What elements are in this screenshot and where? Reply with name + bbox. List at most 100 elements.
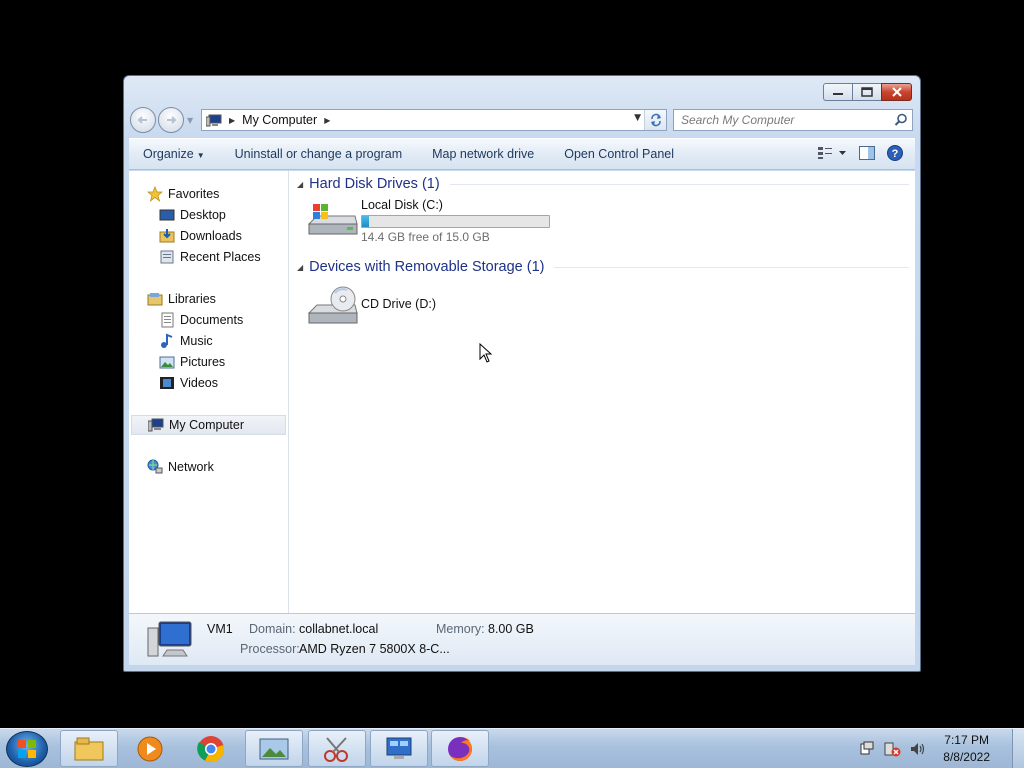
windows-logo-icon [18,740,36,758]
action-center-icon[interactable] [859,741,875,757]
drive-local-disk-c[interactable]: Local Disk (C:) 14.4 GB free of 15.0 GB [307,198,550,244]
preview-pane-button[interactable] [859,146,875,163]
content-area: Favorites Desktop Downloads Recent Place… [129,171,915,613]
map-network-drive-button[interactable]: Map network drive [432,147,534,161]
nav-videos[interactable]: Videos [159,373,218,393]
taskbar-remote-desktop[interactable] [370,730,428,767]
downloads-folder-icon [159,229,175,243]
remote-desktop-icon [386,737,412,759]
uninstall-program-button[interactable]: Uninstall or change a program [235,147,402,161]
explorer-window: ▼ ▶ My Computer ▶ ▼ Search My Computer O… [123,75,921,672]
start-button[interactable] [6,731,48,767]
close-icon [891,87,902,97]
nav-label: Libraries [168,292,216,306]
processor-value: AMD Ryzen 7 5800X 8-C... [299,642,450,656]
photo-viewer-icon [259,738,289,759]
refresh-button[interactable] [644,110,666,130]
close-button[interactable] [881,83,912,101]
domain-value: collabnet.local [299,622,379,636]
drive-usage-bar [361,215,550,228]
mouse-cursor-icon [479,343,493,363]
view-options-icon [818,147,846,159]
collapse-triangle-icon[interactable]: ◢ [297,180,303,189]
breadcrumb-chevron-icon[interactable]: ▶ [324,116,330,125]
restore-icon [861,87,873,97]
clock-date: 8/8/2022 [943,750,990,764]
taskbar-chrome[interactable] [182,730,240,767]
command-bar: Organize ▼ Uninstall or change a program … [129,138,915,170]
processor-label: Processor: [240,642,300,656]
cd-drive-icon [307,286,358,324]
computer-name: VM1 [207,622,233,636]
drive-cd-d[interactable]: CD Drive (D:) [307,285,436,331]
breadcrumb-my-computer[interactable]: My Computer [242,113,317,127]
clock-time: 7:17 PM [944,733,989,747]
drive-name: Local Disk (C:) [361,198,443,212]
nav-label: Videos [180,376,218,390]
network-status-icon[interactable] [883,741,901,757]
recent-pages-dropdown[interactable]: ▼ [187,116,193,125]
computer-icon [206,114,222,126]
taskbar-photo-viewer[interactable] [245,730,303,767]
file-list: ◢ Hard Disk Drives (1) Local Disk (C:) 1… [289,171,915,613]
minimize-icon [833,93,843,95]
recent-places-icon [160,250,174,264]
documents-icon [161,312,174,328]
back-arrow-icon [137,116,147,124]
preview-pane-icon [859,146,875,160]
address-dropdown-icon[interactable]: ▼ [634,113,641,123]
nav-libraries[interactable]: Libraries [147,289,216,309]
volume-icon[interactable] [909,741,927,757]
nav-pictures[interactable]: Pictures [159,352,225,372]
nav-music[interactable]: Music [159,331,213,351]
back-button[interactable] [130,107,156,133]
nav-desktop[interactable]: Desktop [159,205,226,225]
nav-label: Pictures [180,355,226,369]
organize-menu[interactable]: Organize ▼ [143,147,205,161]
change-view-button[interactable] [817,146,847,163]
network-icon [147,459,163,474]
nav-label: Favorites [168,187,220,201]
group-divider [554,266,909,268]
group-divider [449,183,909,185]
taskbar: 7:17 PM 8/8/2022 [0,728,1024,768]
media-player-icon [137,736,163,761]
search-placeholder[interactable]: Search My Computer [681,113,794,127]
nav-label: My Computer [169,418,245,432]
nav-network[interactable]: Network [147,457,214,477]
taskbar-firefox[interactable] [431,730,489,767]
clock[interactable]: 7:17 PM 8/8/2022 [943,732,990,766]
forward-button[interactable] [158,107,184,133]
search-icon[interactable] [894,113,908,127]
taskbar-media-player[interactable] [121,730,179,767]
nav-favorites[interactable]: Favorites [147,184,219,204]
collapse-triangle-icon[interactable]: ◢ [297,263,303,272]
nav-my-computer[interactable]: My Computer [131,415,286,435]
maximize-button[interactable] [852,83,881,101]
open-control-panel-button[interactable]: Open Control Panel [564,147,674,161]
minimize-button[interactable] [823,83,852,101]
taskbar-snipping-tool[interactable] [308,730,366,767]
group-hard-disk-drives[interactable]: ◢ Hard Disk Drives (1) [297,173,909,195]
help-button[interactable]: ? [887,145,903,164]
memory-value: 8.00 GB [488,622,534,636]
taskbar-explorer[interactable] [60,730,118,767]
nav-documents[interactable]: Documents [159,310,243,330]
nav-downloads[interactable]: Downloads [159,226,242,246]
breadcrumb-chevron-icon[interactable]: ▶ [229,116,235,125]
nav-recent-places[interactable]: Recent Places [159,247,261,267]
search-box[interactable]: Search My Computer [673,109,913,131]
nav-label: Downloads [180,229,242,243]
music-icon [161,333,173,348]
forward-arrow-icon [167,116,177,124]
computer-icon [147,621,192,657]
group-removable-storage[interactable]: ◢ Devices with Removable Storage (1) [297,256,909,278]
drive-free-space: 14.4 GB free of 15.0 GB [361,230,490,244]
show-desktop-button[interactable] [1012,729,1024,768]
nav-label: Recent Places [180,250,261,264]
domain-label: Domain: [249,622,296,636]
explorer-folder-icon [74,737,104,760]
svg-text:?: ? [892,148,899,160]
caption-buttons [823,83,912,101]
address-bar[interactable]: ▶ My Computer ▶ ▼ [201,109,667,131]
